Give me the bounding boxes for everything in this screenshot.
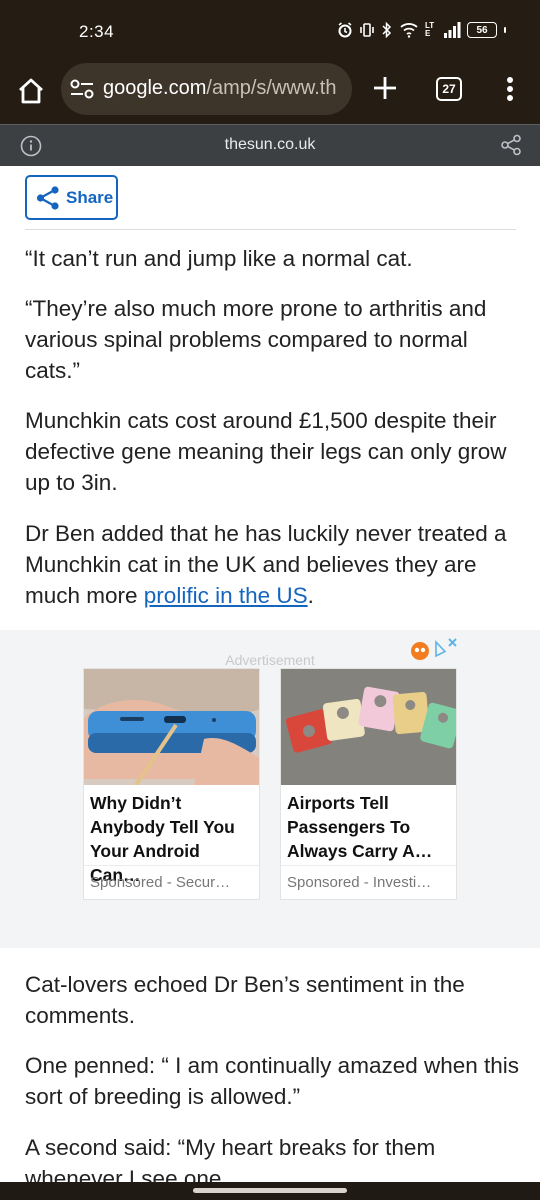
tab-switcher-button[interactable]: 27	[436, 77, 462, 101]
battery-tip	[504, 27, 506, 33]
ad-sponsor: Sponsored - Investi…	[287, 874, 432, 891]
status-bar: 2:34 LTE 56	[0, 0, 540, 60]
wifi-icon	[400, 23, 418, 38]
article-paragraph: One penned: “ I am continually amazed wh…	[25, 1053, 520, 1109]
system-nav-bar	[0, 1182, 540, 1200]
article-paragraph: Dr Ben added that he has luckily never t…	[25, 518, 520, 611]
more-menu-icon[interactable]	[498, 74, 522, 104]
signal-icon	[444, 22, 461, 38]
home-gesture-handle[interactable]	[193, 1188, 347, 1193]
ad-card[interactable]: Airports Tell Passengers To Always Carry…	[280, 668, 457, 900]
status-time: 2:34	[79, 22, 115, 41]
url-path: /amp/s/www.th	[206, 77, 337, 99]
amp-header-bar: thesun.co.uk	[0, 124, 540, 166]
article-paragraph: “It can’t run and jump like a normal cat…	[25, 246, 413, 271]
ad-label: Advertisement	[225, 652, 315, 668]
url-bar[interactable]: google.com/amp/s/www.th	[61, 63, 352, 115]
article-share-button[interactable]: Share	[25, 175, 118, 220]
paragraph-end: .	[307, 583, 314, 608]
article-paragraph: Cat-lovers echoed Dr Ben’s sentiment in …	[25, 972, 465, 1028]
share-icon[interactable]	[500, 134, 522, 156]
vibrate-icon	[360, 23, 374, 37]
network-type: LTE	[425, 21, 435, 38]
new-tab-icon[interactable]	[371, 74, 399, 102]
status-icons: LTE 56	[337, 22, 506, 38]
battery-icon: 56	[467, 22, 497, 38]
advertisement-block: Advertisement Why Didn’t Anybody Tell Yo…	[0, 630, 540, 948]
home-icon[interactable]	[16, 76, 46, 106]
site-settings-icon[interactable]	[69, 79, 95, 99]
url-host: google.com	[103, 77, 207, 99]
share-icon	[36, 185, 59, 210]
share-label: Share	[66, 187, 114, 207]
bluetooth-icon	[382, 22, 392, 38]
prolific-link[interactable]: prolific in the US	[144, 583, 308, 608]
ad-sponsor: Sponsored - Secur…	[90, 874, 231, 891]
article-paragraph: Munchkin cats cost around £1,500 despite…	[25, 408, 507, 495]
article-paragraph: “They’re also much more prone to arthrit…	[25, 296, 487, 383]
alarm-icon	[338, 22, 352, 38]
divider	[25, 229, 516, 230]
browser-toolbar: google.com/amp/s/www.th 27	[0, 60, 540, 124]
article-content: Share “It can’t run and jump like a norm…	[0, 166, 540, 1182]
ad-separator	[281, 865, 456, 866]
ad-title[interactable]: Why Didn’t Anybody Tell You Your Android…	[90, 791, 255, 887]
ad-image-bread-clips	[281, 669, 456, 785]
ad-separator	[84, 865, 259, 866]
url-text[interactable]: google.com/amp/s/www.th	[103, 77, 336, 100]
amp-domain: thesun.co.uk	[224, 136, 316, 153]
article-paragraph: A second said: “My heart breaks for them…	[25, 1135, 436, 1182]
ad-title[interactable]: Airports Tell Passengers To Always Carry…	[287, 791, 452, 863]
ad-image-phone	[84, 669, 259, 785]
adchoices-icon[interactable]	[409, 636, 459, 662]
ad-card[interactable]: Why Didn’t Anybody Tell You Your Android…	[83, 668, 260, 900]
